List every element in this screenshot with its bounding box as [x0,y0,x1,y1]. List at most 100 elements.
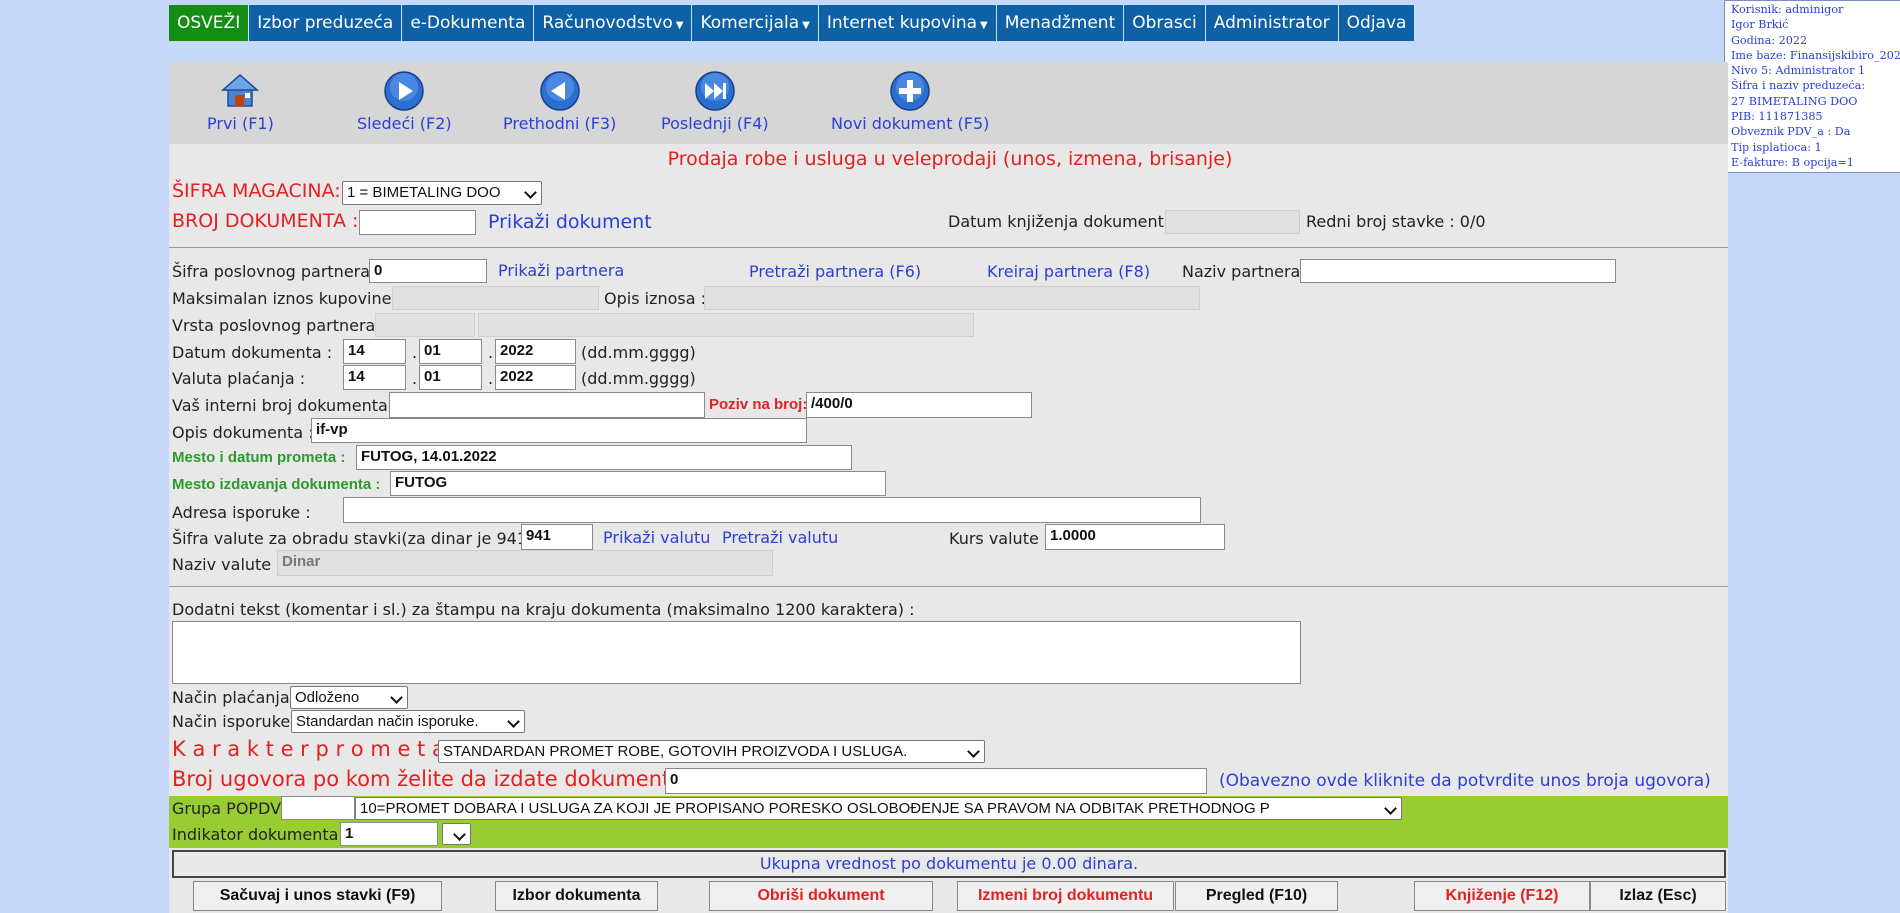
document-description-input[interactable]: if-vp [311,418,807,443]
document-total: Ukupna vrednost po dokumentu je 0.00 din… [172,850,1726,878]
document-number-input[interactable] [359,210,476,235]
user-line: PIB: 111871385 [1731,110,1823,124]
place-of-issue-input[interactable]: FUTOG [390,471,886,496]
transaction-character-label: K a r a k t e r p r o m e t a : [172,737,459,761]
popdv-group-input[interactable] [281,796,355,820]
internal-number-input[interactable] [389,392,705,418]
place-of-issue-label: Mesto izdavanja dokumenta : [172,476,381,493]
chevron-down-icon: ▼ [675,20,684,31]
warehouse-label: ŠIFRA MAGACINA: [172,180,341,202]
document-number-label: BROJ DOKUMENTA : [172,210,359,232]
payment-method-label: Način plaćanja: [172,688,296,707]
partner-type-code-input[interactable] [375,313,475,337]
show-document-link[interactable]: Prikaži dokument [488,211,652,233]
document-indicator-label: Indikator dokumenta : [172,825,349,844]
nav-management[interactable]: Menadžment [996,5,1125,41]
user-line: Obveznik PDV_a : Da [1731,125,1851,139]
nav-internet-shop[interactable]: Internet kupovina ▼ [818,5,997,41]
nav-forms[interactable]: Obrasci [1124,5,1206,41]
prev-label: Prethodni (F3) [503,114,617,133]
home-icon [221,73,260,107]
nav-accounting[interactable]: Računovodstvo ▼ [534,5,693,41]
additional-text-label: Dodatni tekst (komentar i sl.) za štampu… [172,600,915,619]
chevron-down-icon: ▼ [980,20,988,31]
warehouse-select[interactable]: 1 = BIMETALING DOO [342,181,542,205]
document-date-day[interactable]: 14 [343,339,406,364]
contract-confirm-note[interactable]: (Obavezno ovde kliknite da potvrdite uno… [1219,771,1711,791]
exchange-rate-input[interactable]: 1.0000 [1045,524,1225,550]
user-line: 27 BIMETALING DOO [1731,94,1858,108]
reference-number-label: Poziv na broj: [709,396,808,413]
payment-due-label: Valuta plaćanja : [172,369,306,388]
currency-code-label: Šifra valute za obradu stavki(za dinar j… [172,529,544,548]
preview-button[interactable]: Pregled (F10) [1175,881,1338,911]
search-currency-link[interactable]: Pretraži valutu [722,528,838,547]
last-button[interactable]: Poslednji (F4) [661,70,769,133]
document-date-month[interactable]: 01 [419,339,482,364]
choose-document-button[interactable]: Izbor dokumenta [495,881,658,911]
amount-description-input[interactable] [704,286,1200,310]
next-label: Sledeći (F2) [357,114,452,133]
item-ordinal-label: Redni broj stavke : 0/0 [1306,212,1486,231]
document-date-year[interactable]: 2022 [495,339,576,364]
play-icon [384,71,425,111]
chevron-down-icon: ▼ [802,20,810,31]
document-indicator-input[interactable]: 1 [340,822,438,846]
payment-due-month[interactable]: 01 [419,365,482,390]
first-label: Prvi (F1) [207,114,274,133]
prev-button[interactable]: Prethodni (F3) [503,70,616,133]
nav-logout[interactable]: Odjava [1338,5,1416,41]
max-purchase-input[interactable] [392,286,599,310]
contract-number-input[interactable]: 0 [665,768,1207,794]
partner-type-label: Vrsta poslovnog partnera : [172,316,386,335]
show-partner-link[interactable]: Prikaži partnera [498,261,624,280]
partner-code-input[interactable]: 0 [369,259,487,283]
new-document-button[interactable]: Novi dokument (F5) [831,70,989,133]
exchange-rate-label: Kurs valute : [949,529,1050,548]
delivery-address-input[interactable] [343,497,1201,523]
first-button[interactable]: Prvi (F1) [207,70,274,133]
nav-administrator[interactable]: Administrator [1205,5,1339,41]
delivery-method-select[interactable]: Standardan način isporuke. [291,710,525,733]
divider [169,247,1728,248]
show-currency-link[interactable]: Prikaži valutu [603,528,710,547]
new-document-label: Novi dokument (F5) [831,114,990,133]
popdv-group-label: Grupa POPDV: [172,799,286,818]
delivery-address-label: Adresa isporuke : [172,503,311,522]
create-partner-link[interactable]: Kreiraj partnera (F8) [987,262,1150,281]
post-button[interactable]: Knjiženje (F12) [1414,881,1590,911]
place-date-of-supply-label: Mesto i datum prometa : [172,449,346,466]
delete-document-button[interactable]: Obriši dokument [709,881,933,911]
popdv-group-select[interactable]: 10=PROMET DOBARA I USLUGA ZA KOJI JE PRO… [355,797,1402,820]
change-document-number-button[interactable]: Izmeni broj dokumentu [957,881,1174,911]
nav-company-select[interactable]: Izbor preduzeća [249,5,403,41]
exit-button[interactable]: Izlaz (Esc) [1590,881,1726,911]
currency-code-input[interactable]: 941 [521,524,593,550]
payment-due-year[interactable]: 2022 [495,365,576,390]
place-date-of-supply-input[interactable]: FUTOG, 14.01.2022 [356,445,852,470]
currency-name-label: Naziv valute : [172,555,282,574]
nav-commercial[interactable]: Komercijala ▼ [692,5,819,41]
document-indicator-select[interactable] [442,823,471,845]
reference-number-input[interactable]: /400/0 [806,392,1032,418]
back-icon [539,71,580,111]
posting-date-label: Datum knjiženja dokumenta [948,212,1174,231]
nav-refresh[interactable]: OSVEŽI [169,5,250,41]
posting-date-input[interactable] [1165,210,1300,234]
document-description-label: Opis dokumenta : [172,423,314,442]
payment-method-select[interactable]: Odloženo [290,686,408,709]
partner-name-input[interactable] [1300,259,1616,283]
partner-name-label: Naziv partnera: [1182,262,1306,281]
search-partner-link[interactable]: Pretraži partnera (F6) [749,262,921,281]
nav-e-documents[interactable]: e-Dokumenta [402,5,535,41]
additional-text-area[interactable] [172,621,1301,684]
partner-type-name-input[interactable] [478,313,974,337]
transaction-character-select[interactable]: STANDARDAN PROMET ROBE, GOTOVIH PROIZVOD… [438,740,985,763]
save-and-enter-items-button[interactable]: Sačuvaj i unos stavki (F9) [193,881,442,911]
user-line: Godina: 2022 [1731,33,1808,47]
user-line: Šifra i naziv preduzeća: [1731,79,1866,93]
next-button[interactable]: Sledeći (F2) [357,70,452,133]
payment-due-day[interactable]: 14 [343,365,406,390]
currency-name-input[interactable]: Dinar [277,550,773,576]
date-format-hint: (dd.mm.gggg) [581,369,696,388]
